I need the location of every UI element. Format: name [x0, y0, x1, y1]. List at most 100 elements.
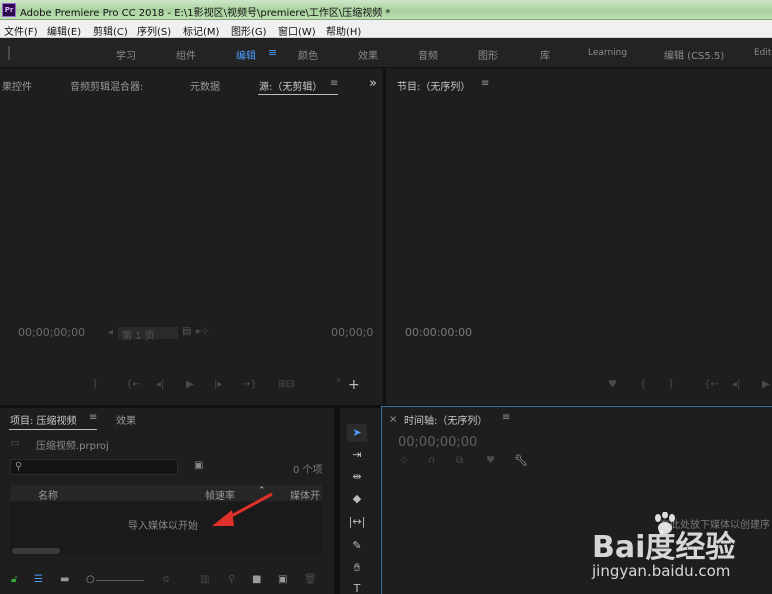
- program-play-icon[interactable]: ▶: [762, 379, 770, 390]
- play-icon[interactable]: ▶: [186, 379, 194, 390]
- workspace-learning-en[interactable]: Learning: [588, 48, 627, 58]
- tab-source-underline: [258, 94, 338, 95]
- project-search-input[interactable]: ⚲: [10, 459, 178, 475]
- menu-edit[interactable]: 编辑(E): [47, 23, 81, 38]
- tab-source[interactable]: 源:（无剪辑）: [259, 78, 322, 93]
- workspace-assembly[interactable]: 组件: [176, 47, 196, 62]
- zoom-slider-track[interactable]: [96, 580, 144, 581]
- pen-tool-icon[interactable]: ✎: [347, 537, 367, 555]
- automate-sequence-icon[interactable]: ▥: [200, 574, 209, 585]
- new-item-icon[interactable]: ▣: [278, 574, 287, 585]
- tab-effect-controls[interactable]: 果控件: [2, 78, 32, 93]
- selection-tool-icon[interactable]: ➤: [347, 424, 367, 442]
- program-panel-menu-icon[interactable]: ≡: [481, 78, 489, 89]
- source-timecode-duration: 00;00;0: [331, 326, 374, 339]
- linked-selection-icon[interactable]: ⧉: [456, 455, 463, 466]
- program-monitor-panel: 节目:（无序列） ≡ 00:00:00:00 ♥ { } {← ◂| ▶: [386, 69, 772, 405]
- baidu-jingyan-watermark: Bai度经验 jingyan.baidu.com: [590, 512, 770, 590]
- source-timecode-current[interactable]: 00;00;00;00: [18, 326, 85, 339]
- wrench-settings-icon[interactable]: 🔧︎: [514, 454, 528, 467]
- go-to-out-icon[interactable]: →}: [242, 379, 257, 390]
- workspace-graphics[interactable]: 图形: [478, 47, 498, 62]
- program-timecode[interactable]: 00:00:00:00: [405, 326, 472, 339]
- new-bin-icon[interactable]: ■: [252, 574, 261, 585]
- source-zoom-left-icon: ◂: [108, 327, 114, 338]
- clear-icon[interactable]: 🗑︎: [304, 574, 317, 585]
- menu-sequence[interactable]: 序列(S): [137, 23, 171, 38]
- project-horizontal-scrollbar[interactable]: [12, 548, 60, 554]
- program-step-back-icon[interactable]: ◂|: [732, 379, 740, 390]
- timeline-timecode[interactable]: 00;00;00;00: [398, 435, 477, 450]
- menu-clip[interactable]: 剪辑(C): [93, 23, 128, 38]
- workspace-grip[interactable]: [8, 46, 10, 60]
- icon-view-icon[interactable]: ▬: [60, 574, 69, 585]
- step-forward-icon[interactable]: |▸: [214, 379, 222, 390]
- workspace-editing-cs55[interactable]: 编辑 (CS5.5): [664, 47, 724, 62]
- timeline-panel-menu-icon[interactable]: ≡: [502, 412, 510, 423]
- column-name[interactable]: 名称: [38, 487, 58, 502]
- track-select-tool-icon[interactable]: ⇥: [347, 446, 367, 464]
- program-mark-out-icon[interactable]: }: [668, 379, 674, 390]
- sort-icons-icon[interactable]: ≎: [162, 574, 170, 585]
- menu-window[interactable]: 窗口(W): [278, 23, 316, 38]
- workspace-color[interactable]: 颜色: [298, 47, 318, 62]
- program-panel-title[interactable]: 节目:（无序列）: [397, 78, 470, 93]
- razor-tool-icon[interactable]: ◆: [347, 490, 367, 508]
- program-go-to-in-icon[interactable]: {←: [704, 379, 719, 390]
- workspace-audio[interactable]: 音频: [418, 47, 438, 62]
- project-file-name: 压缩视频.prproj: [36, 441, 109, 452]
- mark-out-icon[interactable]: }: [92, 379, 98, 390]
- source-settings-icon[interactable]: ▸⊹: [196, 326, 209, 337]
- tab-audio-clip-mixer[interactable]: 音频剪辑混合器:: [70, 78, 143, 93]
- hand-tool-icon[interactable]: ✋︎: [347, 559, 367, 577]
- timeline-panel-title[interactable]: 时间轴:（无序列）: [404, 412, 487, 427]
- source-more-icon[interactable]: »: [336, 375, 341, 384]
- menu-help[interactable]: 帮助(H): [326, 23, 361, 38]
- timeline-close-icon[interactable]: ×: [389, 414, 397, 425]
- search-icon: ⚲: [15, 461, 23, 472]
- workspace-menu-icon[interactable]: ≡: [268, 46, 277, 59]
- go-to-in-icon[interactable]: {←: [126, 379, 141, 390]
- window-titlebar: Pr Adobe Premiere Pro CC 2018 - E:\1影视区\…: [0, 0, 772, 20]
- tab-effects[interactable]: 效果: [116, 412, 136, 427]
- program-mark-in-icon[interactable]: {: [640, 379, 646, 390]
- watermark-logo-text: Bai度经验: [592, 530, 736, 565]
- insert-nest-icon[interactable]: ⊹: [400, 455, 408, 466]
- source-panel-menu-icon[interactable]: ≡: [330, 78, 338, 89]
- menu-marker[interactable]: 标记(M): [183, 23, 219, 38]
- tab-metadata[interactable]: 元数据: [190, 78, 220, 93]
- source-add-button[interactable]: +: [348, 377, 360, 393]
- workspace-editing[interactable]: 编辑: [236, 47, 256, 62]
- workspace-effects[interactable]: 效果: [358, 47, 378, 62]
- workspace-libraries[interactable]: 库: [540, 47, 550, 62]
- panel-overflow-icon[interactable]: »: [369, 76, 377, 91]
- lock-icon[interactable]: 🔓︎: [11, 574, 17, 585]
- new-search-bin-icon[interactable]: ▣: [194, 460, 203, 471]
- type-tool-icon[interactable]: T: [347, 580, 367, 594]
- list-view-icon[interactable]: ☰: [34, 574, 43, 585]
- add-marker-icon[interactable]: ♥: [486, 455, 495, 466]
- import-media-hint: 导入媒体以开始: [128, 521, 198, 532]
- watermark-url: jingyan.baidu.com: [592, 562, 731, 580]
- zoom-slider-handle[interactable]: ○: [86, 574, 95, 585]
- project-item-count: 0 个项: [293, 465, 323, 476]
- find-icon[interactable]: ⚲: [228, 574, 235, 585]
- program-add-marker-icon[interactable]: ♥: [608, 379, 617, 390]
- insert-overwrite-icon[interactable]: ⊞⊟: [278, 379, 295, 390]
- menu-file[interactable]: 文件(F): [4, 23, 38, 38]
- menu-bar: 文件(F) 编辑(E) 剪辑(C) 序列(S) 标记(M) 图形(G) 窗口(W…: [0, 20, 772, 38]
- source-zoom-select[interactable]: 第 1 页: [118, 327, 178, 342]
- project-panel-menu-icon[interactable]: ≡: [89, 412, 97, 423]
- source-monitor-panel: 果控件 音频剪辑混合器: 元数据 源:（无剪辑） ≡ » 00;00;00;00…: [0, 69, 383, 405]
- snap-icon[interactable]: ∩: [428, 455, 435, 466]
- project-tab-underline: [9, 429, 97, 430]
- source-resolution-icon[interactable]: ▤: [182, 326, 191, 337]
- workspace-learn[interactable]: 学习: [116, 47, 136, 62]
- menu-graphics[interactable]: 图形(G): [231, 23, 267, 38]
- column-media-start[interactable]: 媒体开: [290, 487, 320, 502]
- project-panel-title[interactable]: 项目: 压缩视频: [10, 412, 77, 427]
- step-back-icon[interactable]: ◂|: [156, 379, 164, 390]
- workspace-edit-en[interactable]: Edit: [754, 48, 771, 58]
- slip-tool-icon[interactable]: |↔|: [347, 513, 367, 531]
- ripple-edit-tool-icon[interactable]: ⇹: [347, 468, 367, 486]
